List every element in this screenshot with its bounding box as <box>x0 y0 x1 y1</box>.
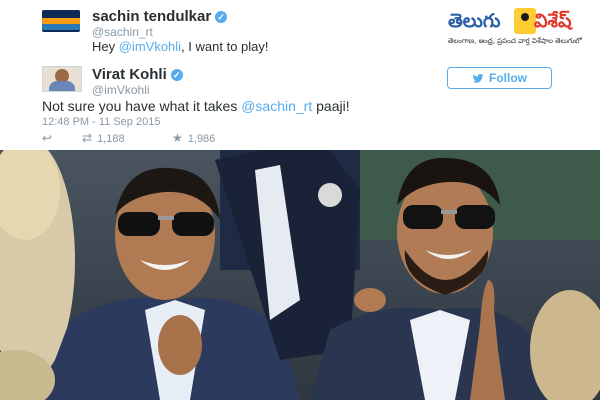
reply-mention-link[interactable]: @imVkohli <box>119 39 181 54</box>
virat-avatar[interactable] <box>42 66 82 92</box>
reply-tweet-text: Hey @imVkohli, I want to play! <box>92 39 269 54</box>
follow-button-label: Follow <box>489 71 527 85</box>
sachin-hand <box>158 315 202 375</box>
twitter-bird-icon <box>472 74 484 83</box>
retweet-action[interactable]: ⇄ 1,188 <box>82 131 125 145</box>
reply-text-after: , I want to play! <box>181 39 269 54</box>
main-text-after: paaji! <box>312 98 350 114</box>
favorite-count: 1,986 <box>187 133 216 145</box>
main-author-name[interactable]: Virat Kohli ✓ <box>92 66 183 83</box>
tweet-embed: sachin tendulkar ✓ @sachin_rt Hey @imVkoh… <box>0 0 600 150</box>
main-mention-link[interactable]: @sachin_rt <box>241 98 312 114</box>
logo-right-word: విశేష్ <box>534 10 572 32</box>
retweet-count: 1,188 <box>97 133 125 145</box>
sachin-sunglasses-bridge <box>158 216 174 220</box>
telugu-vishesh-logo: తెలుగు విశేష్ తెలంగాణ, ఆంధ్ర, ప్రపంచ వార… <box>448 8 596 52</box>
verified-badge-icon: ✓ <box>215 11 228 23</box>
reply-action[interactable]: ↩ <box>42 131 57 145</box>
logo-left-word: తెలుగు <box>448 10 501 32</box>
main-tweet-text: Not sure you have what it takes @sachin_… <box>42 98 350 114</box>
reply-icon: ↩ <box>42 131 53 145</box>
event-photo <box>0 150 600 400</box>
reply-author-name-text: sachin tendulkar <box>92 8 212 25</box>
reply-author-name[interactable]: sachin tendulkar ✓ <box>92 8 228 25</box>
main-author-handle[interactable]: @imVkohli <box>92 83 150 97</box>
main-author-name-text: Virat Kohli <box>92 66 167 83</box>
avatar-body-shape <box>49 81 75 91</box>
verified-badge-icon: ✓ <box>170 69 183 81</box>
reply-text-before: Hey <box>92 39 119 54</box>
sachin-avatar[interactable] <box>42 10 80 32</box>
reply-tweet: sachin tendulkar ✓ @sachin_rt Hey @imVkoh… <box>42 8 342 54</box>
logo-emblem-icon <box>514 8 536 34</box>
reply-author-handle[interactable]: @sachin_rt <box>92 25 153 39</box>
virat-sunglasses-bridge <box>441 210 457 214</box>
retweet-icon: ⇄ <box>82 131 93 145</box>
sachin-sunglasses-right <box>172 212 214 236</box>
follow-button[interactable]: Follow <box>447 67 552 89</box>
logo-tagline: తెలంగాణ, ఆంధ్ర, ప్రపంచ వార్త విశేషాల తెల… <box>448 37 582 45</box>
favorite-action[interactable]: ★ 1,986 <box>172 131 215 145</box>
virat-sunglasses-right <box>455 205 495 229</box>
virat-sunglasses-left <box>403 205 443 229</box>
main-text-before: Not sure you have what it takes <box>42 98 242 114</box>
tweet-timestamp[interactable]: 12:48 PM - 11 Sep 2015 <box>42 116 160 128</box>
star-icon: ★ <box>172 131 183 145</box>
hand-left-bottom <box>354 288 386 312</box>
middle-spectator-badge <box>318 183 342 207</box>
sachin-sunglasses-left <box>118 212 160 236</box>
